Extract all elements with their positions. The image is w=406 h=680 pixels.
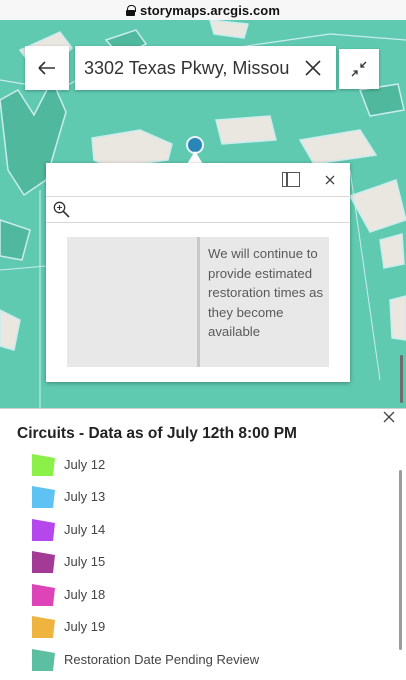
arrow-left-icon (38, 61, 55, 75)
search-box[interactable] (75, 46, 336, 90)
scrollbar-map[interactable] (400, 355, 403, 403)
legend-item: July 15 (31, 548, 105, 574)
collapse-map-button[interactable] (339, 49, 379, 89)
legend-label: Restoration Date Pending Review (64, 651, 260, 667)
legend-item: July 18 (31, 581, 105, 607)
legend-label: July 13 (64, 488, 106, 504)
popup-divider (197, 237, 200, 367)
legend-close-icon[interactable] (381, 409, 397, 425)
legend-swatch (32, 550, 55, 573)
legend-panel: Circuits - Data as of July 12th 8:00 PM … (0, 408, 406, 680)
lock-icon (125, 4, 136, 16)
legend-swatch (32, 583, 55, 606)
browser-url[interactable]: storymaps.arcgis.com (140, 3, 280, 18)
legend-item: July 12 (31, 451, 105, 477)
legend-swatch (32, 453, 55, 476)
scrollbar-panel[interactable] (399, 470, 402, 650)
feature-popup: We will continue to provide estimated re… (46, 163, 350, 382)
legend-label: July 12 (64, 456, 106, 472)
back-button[interactable] (25, 46, 69, 90)
legend-label: July 19 (64, 618, 106, 634)
popup-message: We will continue to provide estimated re… (208, 246, 324, 339)
legend-label: July 15 (64, 553, 106, 569)
legend-swatch (32, 518, 55, 541)
legend-swatch (32, 648, 55, 671)
collapse-icon (351, 61, 367, 77)
popup-header (46, 163, 350, 197)
legend-swatch (32, 615, 55, 638)
legend-label: July 18 (64, 586, 106, 602)
legend-item: Restoration Date Pending Review (31, 646, 259, 672)
legend-item: July 13 (31, 483, 105, 509)
legend-swatch (32, 485, 55, 508)
dock-icon[interactable] (282, 172, 300, 187)
clear-search-icon[interactable] (302, 57, 324, 79)
popup-content: We will continue to provide estimated re… (67, 237, 329, 367)
close-icon[interactable] (322, 172, 338, 188)
legend-item: July 14 (31, 516, 105, 542)
browser-url-bar[interactable]: storymaps.arcgis.com (0, 0, 406, 20)
popup-toolbar (46, 197, 350, 223)
legend-label: July 14 (64, 521, 106, 537)
zoom-to-icon[interactable] (53, 201, 70, 218)
legend-title: Circuits - Data as of July 12th 8:00 PM (17, 425, 297, 442)
legend-item: July 19 (31, 613, 105, 639)
search-input[interactable] (84, 57, 289, 79)
